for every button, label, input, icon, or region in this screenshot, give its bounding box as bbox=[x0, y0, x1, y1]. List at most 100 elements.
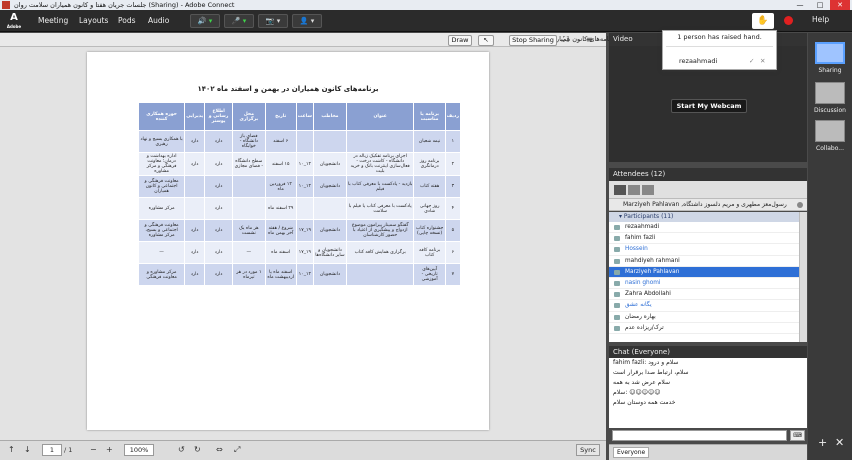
fit-page-icon[interactable]: ⤢ bbox=[234, 444, 240, 456]
page-number-input[interactable]: 1 bbox=[42, 444, 62, 456]
chat-input[interactable] bbox=[612, 430, 787, 441]
participant-row[interactable]: ترک/ریزاده عدم bbox=[609, 323, 799, 334]
stop-sharing-button[interactable]: Stop Sharing bbox=[509, 35, 557, 46]
participant-row[interactable]: Zahra Abdollahi bbox=[609, 289, 799, 301]
table-cell: ۱ مورد در هر تیرماه bbox=[232, 263, 266, 286]
participant-icon bbox=[614, 325, 620, 331]
list-view-icon[interactable] bbox=[614, 185, 626, 195]
draw-button[interactable]: Draw bbox=[448, 35, 472, 46]
participant-name: Marziyeh Pahlavan bbox=[625, 268, 680, 275]
notification-divider bbox=[666, 46, 773, 47]
person-icon: 👤 bbox=[299, 17, 309, 25]
table-cell bbox=[232, 175, 266, 198]
menu-layouts[interactable]: Layouts bbox=[79, 15, 108, 27]
raise-hand-button[interactable]: ✋ bbox=[752, 13, 774, 29]
zoom-out-icon[interactable]: − bbox=[90, 444, 97, 456]
table-cell: دارد bbox=[184, 130, 206, 153]
table-cell: هر ماه یک نشست bbox=[232, 219, 266, 242]
menu-meeting[interactable]: Meeting bbox=[38, 15, 68, 27]
minimize-button[interactable]: — bbox=[790, 0, 810, 10]
participant-name: mahdiyeh rahmani bbox=[625, 257, 680, 264]
zoom-in-icon[interactable]: + bbox=[106, 444, 113, 456]
participant-row[interactable]: یگانه عشق bbox=[609, 300, 799, 312]
rotate-left-icon[interactable]: ↺ bbox=[178, 444, 185, 456]
window-title: جلسات جریان هفتا و کانون همیاران سلامت ر… bbox=[14, 1, 235, 9]
previous-page-icon[interactable]: ↑ bbox=[8, 444, 15, 456]
table-cell: ۱۲_۱۰ bbox=[295, 152, 314, 176]
table-row: ۱ نیمه شعبان ۶ اسفند فضای باز دانشگاه - خوا… bbox=[137, 130, 462, 153]
chat-send-button[interactable]: ⌨ bbox=[790, 430, 805, 441]
participant-row[interactable]: rezaahmadi bbox=[609, 222, 799, 234]
table-cell bbox=[312, 130, 347, 153]
dismiss-icon[interactable]: ✕ bbox=[760, 57, 765, 65]
zoom-select[interactable]: 100% bbox=[124, 444, 154, 456]
layout-settings-icon[interactable]: ✕ bbox=[835, 436, 844, 449]
table-cell: ۳ bbox=[444, 175, 462, 198]
table-cell: اداره بهداشت و درمان؛ معاونت فرهنگی و مر… bbox=[137, 152, 186, 176]
layout-sharing-thumb[interactable] bbox=[815, 42, 845, 64]
chat-message: سلام: ☺☺☺☺☺ bbox=[613, 389, 661, 396]
participant-icon bbox=[614, 258, 620, 264]
participants-group-header[interactable]: ▾ Participants (11) bbox=[609, 212, 799, 222]
table-cell: اسفند ماه bbox=[264, 241, 297, 264]
participant-row[interactable]: nasin ghomi bbox=[609, 278, 799, 290]
menu-audio[interactable]: Audio bbox=[148, 15, 169, 27]
table-header-cell: پذیرایی bbox=[184, 102, 206, 131]
table-cell bbox=[345, 263, 415, 286]
participants-scrollbar[interactable] bbox=[799, 212, 807, 342]
participant-icon bbox=[614, 280, 620, 286]
notification-message: 1 person has raised hand. bbox=[677, 33, 762, 41]
fit-width-icon[interactable]: ⇔ bbox=[216, 444, 223, 456]
add-layout-icon[interactable]: + bbox=[818, 436, 827, 449]
table-cell: دانشجویان bbox=[312, 152, 347, 176]
table-cell: دانشجویان bbox=[312, 263, 347, 286]
participant-icon bbox=[614, 269, 620, 275]
table-header-cell: برنامه یا مناسبت bbox=[413, 102, 446, 131]
maximize-button[interactable]: □ bbox=[810, 0, 830, 10]
table-cell: ۷ bbox=[444, 263, 462, 286]
start-webcam-button[interactable]: Start My Webcam bbox=[671, 99, 747, 113]
participant-row[interactable]: Hossein bbox=[609, 244, 799, 256]
table-cell: فضای باز دانشگاه - خوابگاه bbox=[232, 130, 266, 153]
participant-row[interactable]: fahim fazli bbox=[609, 233, 799, 245]
table-cell bbox=[184, 197, 206, 220]
table-cell: برگزاری همایش کافه کتاب bbox=[345, 241, 415, 264]
fullscreen-icon[interactable]: ⛶ bbox=[563, 35, 569, 45]
window-title-bar: جلسات جریان هفتا و کانون همیاران سلامت ر… bbox=[0, 0, 852, 10]
table-cell: دانشجویان و سایر دانشگاه‌ها bbox=[312, 241, 347, 264]
table-row: ۲ برنامه روز درمانگری اجرای برنامه تفکیک ز… bbox=[137, 152, 462, 176]
participant-name: rezaahmadi bbox=[625, 224, 660, 230]
accept-check-icon[interactable]: ✓ bbox=[749, 57, 754, 65]
microphone-button[interactable]: 🎤 ▾ bbox=[224, 14, 254, 28]
menu-pods[interactable]: Pods bbox=[118, 15, 136, 27]
speaker-button[interactable]: 🔊 ▾ bbox=[190, 14, 220, 28]
webcam-button[interactable]: 📷 ▾ bbox=[258, 14, 288, 28]
table-cell: پادکست با معرفی کتاب یا فیلم با سلامت bbox=[345, 197, 415, 220]
table-row: ۷ آیین‌های تاریخی - آموزشی دانشجویان ۱۲_۱۰ ا… bbox=[137, 263, 462, 286]
rotate-right-icon[interactable]: ↻ bbox=[194, 444, 201, 456]
sort-icon[interactable] bbox=[642, 185, 654, 195]
table-cell: ۲۹ اسفند ماه bbox=[264, 197, 297, 220]
grid-view-icon[interactable] bbox=[628, 185, 640, 195]
chat-tab-everyone[interactable]: Everyone bbox=[613, 447, 650, 458]
clear-icon[interactable] bbox=[797, 202, 803, 208]
next-page-icon[interactable]: ↓ bbox=[24, 444, 31, 456]
participant-row[interactable]: Marziyeh Pahlavan bbox=[609, 266, 799, 278]
help-menu[interactable]: Help bbox=[812, 15, 829, 24]
participant-icon bbox=[614, 236, 620, 242]
participant-name: fahim fazli bbox=[625, 235, 656, 242]
sync-button[interactable]: Sync bbox=[576, 444, 600, 456]
participant-row[interactable]: mahdiyeh rahmani bbox=[609, 256, 799, 267]
layout-collaboration-thumb[interactable] bbox=[815, 120, 845, 142]
participant-row[interactable]: بهاره رمضان bbox=[609, 312, 799, 323]
adobe-logo-icon: A Adobe bbox=[6, 12, 22, 29]
microphone-icon: 🎤 bbox=[231, 17, 241, 25]
presenter-row[interactable]: Marziyeh Pahlavan ,رسول‌معز مطهری و مریم… bbox=[609, 199, 807, 211]
pointer-button[interactable]: ↖ bbox=[478, 35, 494, 46]
table-cell: دانشجویان bbox=[312, 219, 347, 242]
layout-discussion-thumb[interactable] bbox=[815, 82, 845, 104]
recording-indicator-icon[interactable] bbox=[784, 16, 793, 25]
status-button[interactable]: 👤 ▾ bbox=[292, 14, 322, 28]
pod-menu-icon[interactable]: ≡ bbox=[586, 35, 593, 44]
close-button[interactable]: ✕ bbox=[830, 0, 850, 10]
